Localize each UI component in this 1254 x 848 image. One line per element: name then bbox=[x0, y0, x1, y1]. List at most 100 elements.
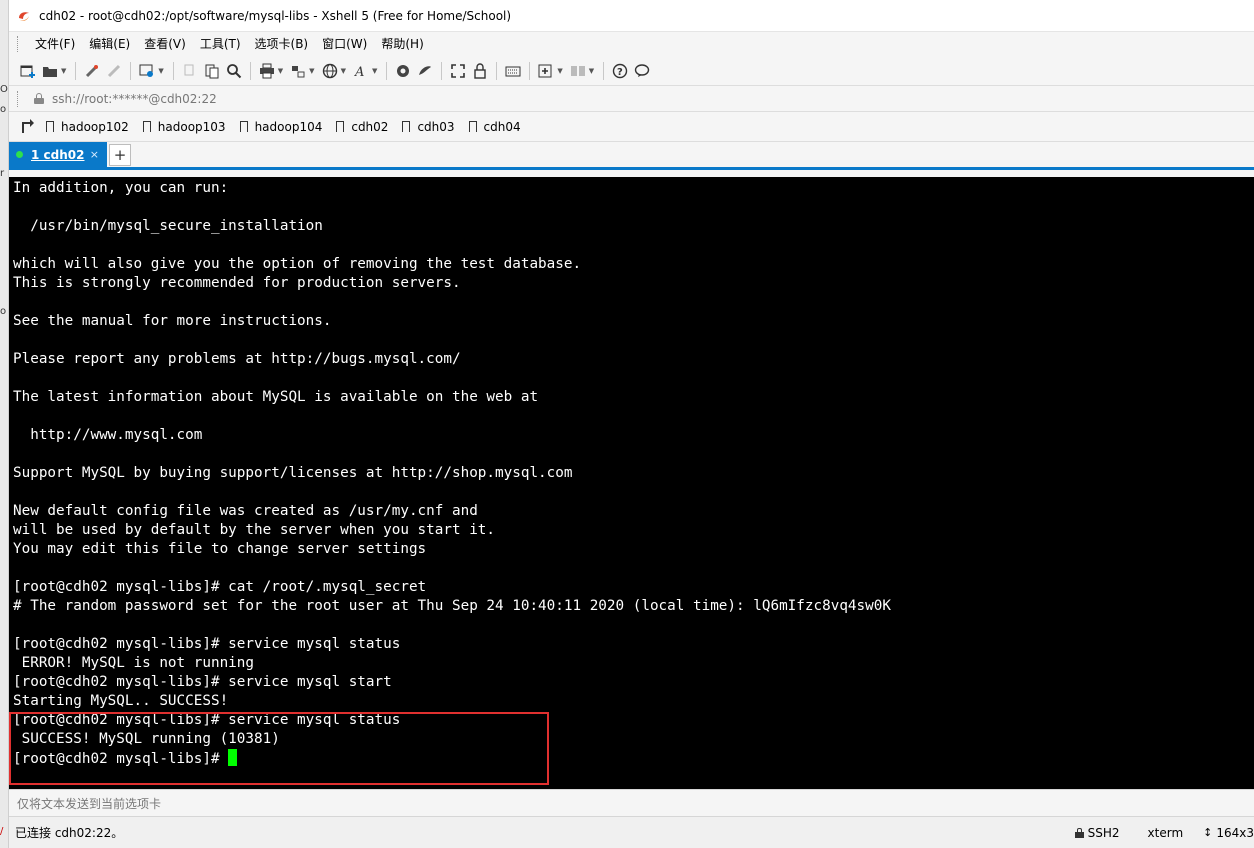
xshell-logo-icon bbox=[19, 11, 29, 21]
svg-text:?: ? bbox=[617, 67, 623, 78]
protocol-status: SSH2 bbox=[1074, 826, 1120, 840]
toolbar-separator bbox=[441, 61, 443, 80]
globe-icon[interactable] bbox=[320, 61, 340, 81]
tile-dropdown-icon[interactable]: ▼ bbox=[589, 67, 594, 75]
favorite-cdh04[interactable]: cdh04 bbox=[467, 120, 521, 136]
favorite-hadoop103[interactable]: hadoop103 bbox=[141, 120, 226, 136]
toolbar-separator bbox=[386, 61, 388, 80]
new-tab-icon[interactable] bbox=[536, 61, 556, 81]
properties-icon[interactable] bbox=[137, 61, 157, 81]
add-tab-button[interactable]: + bbox=[109, 144, 131, 166]
bookmark-icon bbox=[401, 121, 412, 136]
xshell-window: cdh02 - root@cdh02:/opt/software/mysql-l… bbox=[9, 0, 1254, 848]
terminal-output[interactable]: In addition, you can run: /usr/bin/mysql… bbox=[9, 177, 1254, 789]
lock-icon bbox=[34, 93, 44, 104]
menu-file[interactable]: 文件(F) bbox=[28, 34, 82, 54]
favorites-bar: hadoop102 hadoop103 hadoop104 cdh02 cdh0… bbox=[9, 112, 1254, 142]
open-folder-icon[interactable] bbox=[40, 61, 60, 81]
favorite-cdh02[interactable]: cdh02 bbox=[335, 120, 388, 136]
keyboard-icon[interactable] bbox=[503, 61, 523, 81]
toolbar-separator bbox=[603, 61, 605, 80]
address-value: ssh://root:******@cdh02:22 bbox=[52, 91, 217, 106]
paste-icon[interactable] bbox=[202, 61, 222, 81]
tab-label: 1 cdh02 bbox=[31, 147, 85, 162]
fullscreen-icon[interactable] bbox=[448, 61, 468, 81]
help-icon[interactable]: ? bbox=[610, 61, 630, 81]
terminal-line: which will also give you the option of r… bbox=[13, 256, 582, 272]
terminal-line: [root@cdh02 mysql-libs]# bbox=[13, 749, 1254, 768]
copy-icon[interactable] bbox=[180, 61, 200, 81]
tab-cdh02[interactable]: 1 cdh02 × bbox=[9, 142, 107, 167]
connection-status: 已连接 cdh02:22。 bbox=[15, 826, 124, 840]
menubar-grip bbox=[17, 36, 20, 52]
toolbar-separator bbox=[496, 61, 498, 80]
print-dropdown-icon[interactable]: ▼ bbox=[278, 67, 283, 75]
connected-status-icon bbox=[16, 151, 23, 158]
chat-icon[interactable] bbox=[632, 61, 652, 81]
terminal-line: ERROR! MySQL is not running bbox=[13, 655, 255, 671]
terminal-line: SUCCESS! MySQL running (10381) bbox=[13, 731, 280, 747]
toolbar-separator bbox=[75, 61, 77, 80]
toolbar-separator bbox=[130, 61, 132, 80]
compose-bar[interactable]: 仅将文本发送到当前选项卡 bbox=[9, 789, 1254, 817]
properties-dropdown-icon[interactable]: ▼ bbox=[158, 67, 163, 75]
font-dropdown-icon[interactable]: ▼ bbox=[372, 67, 377, 75]
terminal-type-status: xterm bbox=[1147, 825, 1184, 840]
xftp-icon[interactable] bbox=[393, 61, 413, 81]
favorites-arrow-icon[interactable] bbox=[18, 117, 38, 137]
lock-screen-icon[interactable] bbox=[470, 61, 490, 81]
new-tab-dropdown-icon[interactable]: ▼ bbox=[557, 67, 562, 75]
globe-dropdown-icon[interactable]: ▼ bbox=[341, 67, 346, 75]
close-tab-icon[interactable]: × bbox=[90, 148, 99, 161]
toolbar-separator bbox=[529, 61, 531, 80]
favorite-hadoop104[interactable]: hadoop104 bbox=[238, 120, 322, 136]
toolbar-separator bbox=[249, 61, 251, 80]
bookmark-icon bbox=[238, 121, 249, 136]
address-bar: ssh://root:******@cdh02:22 bbox=[9, 86, 1254, 112]
new-session-icon[interactable] bbox=[18, 61, 38, 81]
terminal-line: http://www.mysql.com bbox=[13, 427, 203, 443]
menu-view[interactable]: 查看(V) bbox=[137, 34, 193, 54]
font-icon[interactable]: A bbox=[351, 61, 371, 81]
terminal-line: Starting MySQL.. SUCCESS! bbox=[13, 693, 229, 709]
find-icon[interactable] bbox=[224, 61, 244, 81]
bookmark-icon bbox=[467, 121, 478, 136]
terminal-size-status: ↕ 164x3 bbox=[1203, 825, 1254, 840]
terminal-cursor bbox=[228, 749, 238, 766]
print-icon[interactable] bbox=[257, 61, 277, 81]
terminal-line: In addition, you can run: bbox=[13, 180, 229, 196]
svg-text:A: A bbox=[354, 65, 364, 79]
terminal-line: will be used by default by the server wh… bbox=[13, 522, 496, 538]
resize-icon: ↕ bbox=[1203, 826, 1213, 839]
terminal-line: [root@cdh02 mysql-libs]# service mysql s… bbox=[13, 674, 392, 690]
menu-tools[interactable]: 工具(T) bbox=[193, 34, 248, 54]
menu-help[interactable]: 帮助(H) bbox=[374, 34, 430, 54]
xmanager-icon[interactable] bbox=[415, 61, 435, 81]
menu-edit[interactable]: 编辑(E) bbox=[82, 34, 137, 54]
bookmark-icon bbox=[45, 121, 55, 136]
favorite-cdh03[interactable]: cdh03 bbox=[401, 120, 455, 136]
menu-tabs[interactable]: 选项卡(B) bbox=[248, 34, 316, 54]
protocol-lock-icon bbox=[1074, 827, 1084, 838]
menu-window[interactable]: 窗口(W) bbox=[315, 34, 374, 54]
transfer-icon[interactable] bbox=[288, 61, 308, 81]
favorite-hadoop102[interactable]: hadoop102 bbox=[45, 120, 129, 136]
terminal-line: [root@cdh02 mysql-libs]# service mysql s… bbox=[13, 636, 401, 652]
terminal-line: Support MySQL by buying support/licenses… bbox=[13, 465, 573, 481]
toolbar: ▼ ▼ ▼ ▼ ▼ A ▼ ▼ ▼ ? bbox=[9, 56, 1254, 86]
address-field[interactable]: ssh://root:******@cdh02:22 bbox=[20, 87, 1250, 110]
terminal-line: # The random password set for the root u… bbox=[13, 598, 891, 614]
disconnect-icon[interactable] bbox=[104, 61, 124, 81]
tile-icon[interactable] bbox=[568, 61, 588, 81]
transfer-dropdown-icon[interactable]: ▼ bbox=[309, 67, 314, 75]
open-dropdown-icon[interactable]: ▼ bbox=[61, 67, 66, 75]
toolbar-separator bbox=[172, 61, 174, 80]
compose-placeholder: 仅将文本发送到当前选项卡 bbox=[17, 796, 162, 811]
reconnect-icon[interactable] bbox=[82, 61, 102, 81]
